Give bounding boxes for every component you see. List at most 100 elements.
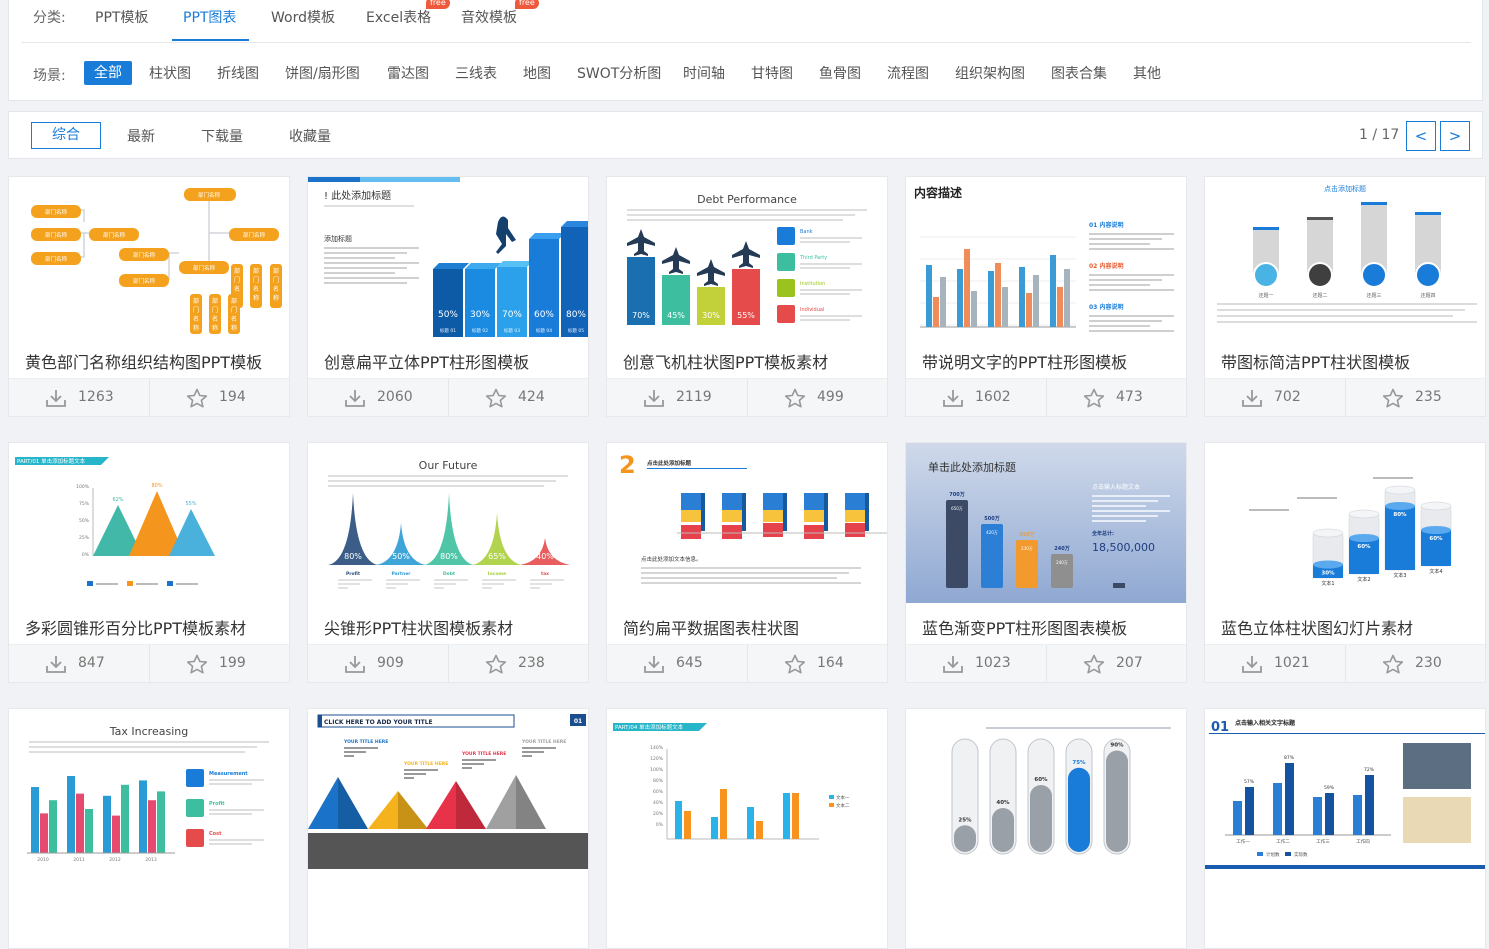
scene-tab[interactable]: 甘特图 — [751, 65, 793, 83]
download-stat[interactable]: 1263 — [9, 379, 149, 416]
scene-tab-all[interactable]: 全部 — [84, 61, 132, 85]
template-title[interactable]: 蓝色渐变PPT柱形图图表模板 — [922, 615, 1127, 639]
favorite-stat[interactable]: 164 — [747, 645, 887, 682]
next-page-button[interactable]: > — [1440, 121, 1470, 151]
tab-sound[interactable]: 音效模板 free — [461, 0, 539, 27]
tab-ppt-chart[interactable]: PPT图表 — [183, 7, 236, 27]
template-card[interactable]: 部门名称部门名称部门名称部门名称部门名称部门名称部门名称部门名称部门名称部门名称… — [8, 176, 290, 417]
scene-tab[interactable]: 时间轴 — [683, 65, 725, 83]
star-icon[interactable] — [186, 654, 208, 674]
template-thumbnail[interactable]: 2 点击此处添加标题 点击此处添加文本信息。 — [607, 443, 887, 603]
template-title[interactable]: 带图标简洁PPT柱状图模板 — [1221, 349, 1410, 373]
template-thumbnail[interactable]: 单击此处添加标题 700万 650万 500万 420万 350万 230万 240万 240万… — [906, 443, 1186, 603]
download-stat[interactable]: 2060 — [308, 379, 448, 416]
download-icon[interactable] — [643, 654, 665, 674]
download-icon[interactable] — [45, 654, 67, 674]
download-icon[interactable] — [344, 388, 366, 408]
template-thumbnail[interactable]: 内容描述 01 内容说明 02 内容说明 03 内容说明 — [906, 177, 1186, 337]
template-thumbnail[interactable]: ! 此处添加标题 添加标题 50% 标题 01 30% 标题 02 70% 标题 03 60% 标… — [308, 177, 588, 337]
favorite-stat[interactable]: 473 — [1046, 379, 1186, 416]
template-title[interactable]: 带说明文字的PPT柱形图模板 — [922, 349, 1127, 373]
scene-tab[interactable]: 三线表 — [455, 65, 497, 83]
template-thumbnail[interactable]: 01 点击输入相关文字标题 57% 工作一 87% 工作二 59% 工作三 72% 工作四 计划数 实… — [1205, 709, 1485, 869]
star-icon[interactable] — [1382, 388, 1404, 408]
download-stat[interactable]: 645 — [607, 645, 747, 682]
star-icon[interactable] — [1083, 388, 1105, 408]
scene-tab[interactable]: 柱状图 — [149, 65, 191, 83]
template-title[interactable]: 简约扁平数据图表柱状图 — [623, 615, 799, 639]
download-stat[interactable]: 909 — [308, 645, 448, 682]
template-card[interactable]: Debt Performance 70% 45% 30% 55% Bank Third Pa… — [606, 176, 888, 417]
download-icon[interactable] — [942, 654, 964, 674]
star-icon[interactable] — [485, 654, 507, 674]
download-icon[interactable] — [1241, 654, 1263, 674]
template-card[interactable]: Our Future 80% Profit 50% Partner 80% Debt 65% I… — [307, 442, 589, 683]
download-icon[interactable] — [942, 388, 964, 408]
template-card[interactable]: Tax Increasing 2010 2011 2012 2013 Measuremen… — [8, 708, 290, 949]
scene-tab[interactable]: 图表合集 — [1051, 65, 1107, 83]
star-icon[interactable] — [1083, 654, 1105, 674]
star-icon[interactable] — [186, 388, 208, 408]
tab-word-template[interactable]: Word模板 — [271, 7, 335, 27]
template-card[interactable]: PART/01 单击添加标题文本 100% 75% 50% 25% 0% 62% 80% 55%… — [8, 442, 290, 683]
star-icon[interactable] — [784, 654, 806, 674]
favorite-stat[interactable]: 207 — [1046, 645, 1186, 682]
template-thumbnail[interactable]: PART/01 单击添加标题文本 100% 75% 50% 25% 0% 62% 80% 55% — [9, 443, 289, 603]
star-icon[interactable] — [1382, 654, 1404, 674]
scene-tab[interactable]: 鱼骨图 — [819, 65, 861, 83]
template-card[interactable]: 点击添加标题 还题一 还题二 还题三 还题四带图标简洁PPT柱状图模板 702 235 — [1204, 176, 1486, 417]
template-thumbnail[interactable]: Tax Increasing 2010 2011 2012 2013 Measuremen… — [9, 709, 289, 869]
template-card[interactable]: PART/04 单击添加标题文本 140% 120% 100% 80% 60% 40% 20%… — [606, 708, 888, 949]
sort-downloads[interactable]: 下载量 — [201, 126, 243, 146]
template-card[interactable]: 25% 40% 60% 75% 90% — [905, 708, 1187, 949]
template-card[interactable]: 01 点击输入相关文字标题 57% 工作一 87% 工作二 59% 工作三 72% 工作四 计划数 实… — [1204, 708, 1486, 949]
template-card[interactable]: 30% 文本1 60% 文本2 80% 文本3 60% 文本4 蓝色立体柱状图幻灯片素材 1021… — [1204, 442, 1486, 683]
favorite-stat[interactable]: 499 — [747, 379, 887, 416]
template-title[interactable]: 蓝色立体柱状图幻灯片素材 — [1221, 615, 1413, 639]
download-stat[interactable]: 1023 — [906, 645, 1046, 682]
template-title[interactable]: 创意飞机柱状图PPT模板素材 — [623, 349, 828, 373]
download-icon[interactable] — [643, 388, 665, 408]
template-title[interactable]: 创意扁平立体PPT柱形图模板 — [324, 349, 529, 373]
download-stat[interactable]: 1021 — [1205, 645, 1345, 682]
template-thumbnail[interactable]: Debt Performance 70% 45% 30% 55% Bank Third Pa… — [607, 177, 887, 337]
template-card[interactable]: 2 点击此处添加标题 点击此处添加文本信息。简约扁平数据图表柱状图 645 164 — [606, 442, 888, 683]
scene-tab[interactable]: 折线图 — [217, 65, 259, 83]
star-icon[interactable] — [784, 388, 806, 408]
download-stat[interactable]: 2119 — [607, 379, 747, 416]
template-thumbnail[interactable]: 点击添加标题 还题一 还题二 还题三 还题四 — [1205, 177, 1485, 337]
star-icon[interactable] — [485, 388, 507, 408]
scene-tab[interactable]: 其他 — [1133, 65, 1161, 83]
download-icon[interactable] — [45, 388, 67, 408]
scene-tab[interactable]: 流程图 — [887, 65, 929, 83]
template-card[interactable]: CLICK HERE TO ADD YOUR TITLE 01 YOUR TITLE… — [307, 708, 589, 949]
prev-page-button[interactable]: < — [1406, 121, 1436, 151]
favorite-stat[interactable]: 238 — [448, 645, 588, 682]
favorite-stat[interactable]: 199 — [149, 645, 289, 682]
template-thumbnail[interactable]: 部门名称部门名称部门名称部门名称部门名称部门名称部门名称部门名称部门名称部门名称… — [9, 177, 289, 337]
download-stat[interactable]: 702 — [1205, 379, 1345, 416]
sort-newest[interactable]: 最新 — [127, 126, 155, 146]
template-thumbnail[interactable]: CLICK HERE TO ADD YOUR TITLE 01 YOUR TITLE… — [308, 709, 588, 869]
template-thumbnail[interactable]: 25% 40% 60% 75% 90% — [906, 709, 1186, 869]
download-icon[interactable] — [344, 654, 366, 674]
scene-tab[interactable]: 地图 — [523, 65, 551, 83]
template-title[interactable]: 多彩圆锥形百分比PPT模板素材 — [25, 615, 246, 639]
template-card[interactable]: 内容描述 01 内容说明 02 内容说明 03 内容说明带说明文字的PPT柱形图模板 1… — [905, 176, 1187, 417]
scene-tab[interactable]: 组织架构图 — [955, 65, 1025, 83]
download-stat[interactable]: 847 — [9, 645, 149, 682]
tab-excel[interactable]: Excel表格 free — [366, 0, 450, 27]
template-thumbnail[interactable]: 30% 文本1 60% 文本2 80% 文本3 60% 文本4 — [1205, 443, 1485, 603]
favorite-stat[interactable]: 424 — [448, 379, 588, 416]
tab-ppt-template[interactable]: PPT模板 — [95, 7, 148, 27]
scene-tab[interactable]: 雷达图 — [387, 65, 429, 83]
download-stat[interactable]: 1602 — [906, 379, 1046, 416]
template-title[interactable]: 尖锥形PPT柱状图模板素材 — [324, 615, 513, 639]
favorite-stat[interactable]: 230 — [1345, 645, 1485, 682]
scene-tab[interactable]: 饼图/扇形图 — [285, 65, 360, 83]
template-thumbnail[interactable]: PART/04 单击添加标题文本 140% 120% 100% 80% 60% 40% 20%… — [607, 709, 887, 869]
sort-favorites[interactable]: 收藏量 — [289, 126, 331, 146]
favorite-stat[interactable]: 235 — [1345, 379, 1485, 416]
download-icon[interactable] — [1241, 388, 1263, 408]
scene-tab[interactable]: SWOT分析图 — [577, 65, 661, 83]
